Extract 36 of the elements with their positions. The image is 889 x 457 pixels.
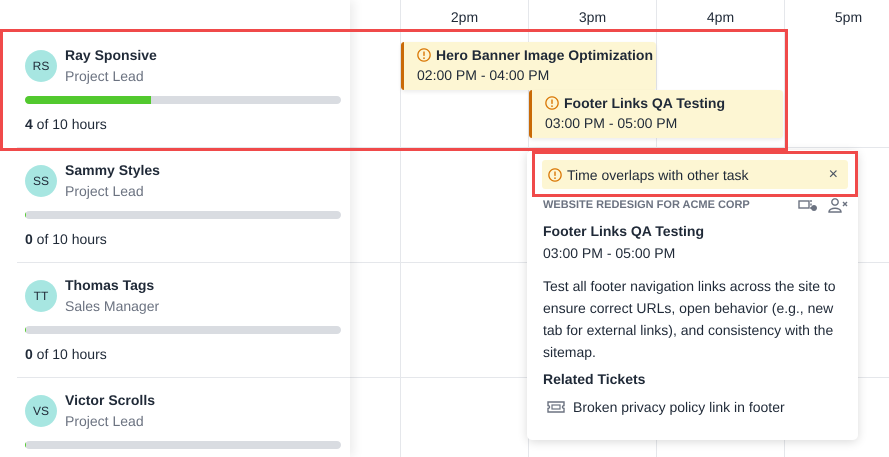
- warning-icon: [548, 168, 562, 182]
- hour-label: 2pm: [450, 8, 478, 24]
- person-name: Ray Sponsive: [65, 47, 157, 63]
- person-role: Sales Manager: [65, 298, 160, 314]
- hour-label: 3pm: [578, 8, 606, 24]
- person-role: Project Lead: [65, 413, 145, 429]
- section-heading: Related Tickets: [543, 371, 646, 387]
- avatar: SS: [25, 164, 57, 196]
- avatar: RS: [25, 50, 57, 82]
- task-time: 03:00 PM - 05:00 PM: [545, 115, 678, 131]
- ticket-link[interactable]: Broken privacy policy link in footer: [573, 399, 785, 415]
- task-title: Footer Links QA Testing: [564, 95, 726, 111]
- hours-summary: 4 of 10 hours: [25, 116, 108, 132]
- person-name: Victor Scrolls: [65, 392, 156, 408]
- task-time: 02:00 PM - 04:00 PM: [417, 67, 550, 83]
- ticket-icon: [547, 400, 565, 414]
- person-role: Project Lead: [65, 183, 145, 199]
- avatar: TT: [25, 280, 57, 312]
- task-card[interactable]: Footer Links QA Testing 03:00 PM - 05:00 PM: [529, 90, 783, 138]
- unassign-person-icon[interactable]: [828, 197, 848, 213]
- person-role: Project Lead: [65, 68, 145, 84]
- hour-label: 5pm: [834, 8, 862, 24]
- task-time: 03:00 PM - 05:00 PM: [543, 245, 676, 261]
- avatar: VS: [25, 394, 57, 426]
- hours-summary: 0 of 10 hours: [25, 346, 108, 362]
- hour-label: 4pm: [706, 8, 734, 24]
- hours-summary: 0 of 10 hours: [25, 231, 108, 247]
- task-description: Test all footer navigation links across the site to ensure correct URLs, open behavior (e.g., new tab for external links), and consistency with the sitemap.: [543, 277, 837, 362]
- task-title: Hero Banner Image Optimization: [436, 47, 654, 63]
- close-button[interactable]: ×: [826, 166, 840, 184]
- project-name: WEBSITE REDESIGN FOR ACME CORP: [543, 199, 751, 211]
- task-title: Footer Links QA Testing: [543, 223, 706, 239]
- task-card[interactable]: Hero Banner Image Optimization 02:00 PM - 04:00 PM: [401, 42, 656, 90]
- person-name: Sammy Styles: [65, 162, 160, 178]
- alert-message: Time overlaps with other task: [567, 166, 750, 182]
- person-name: Thomas Tags: [65, 277, 156, 293]
